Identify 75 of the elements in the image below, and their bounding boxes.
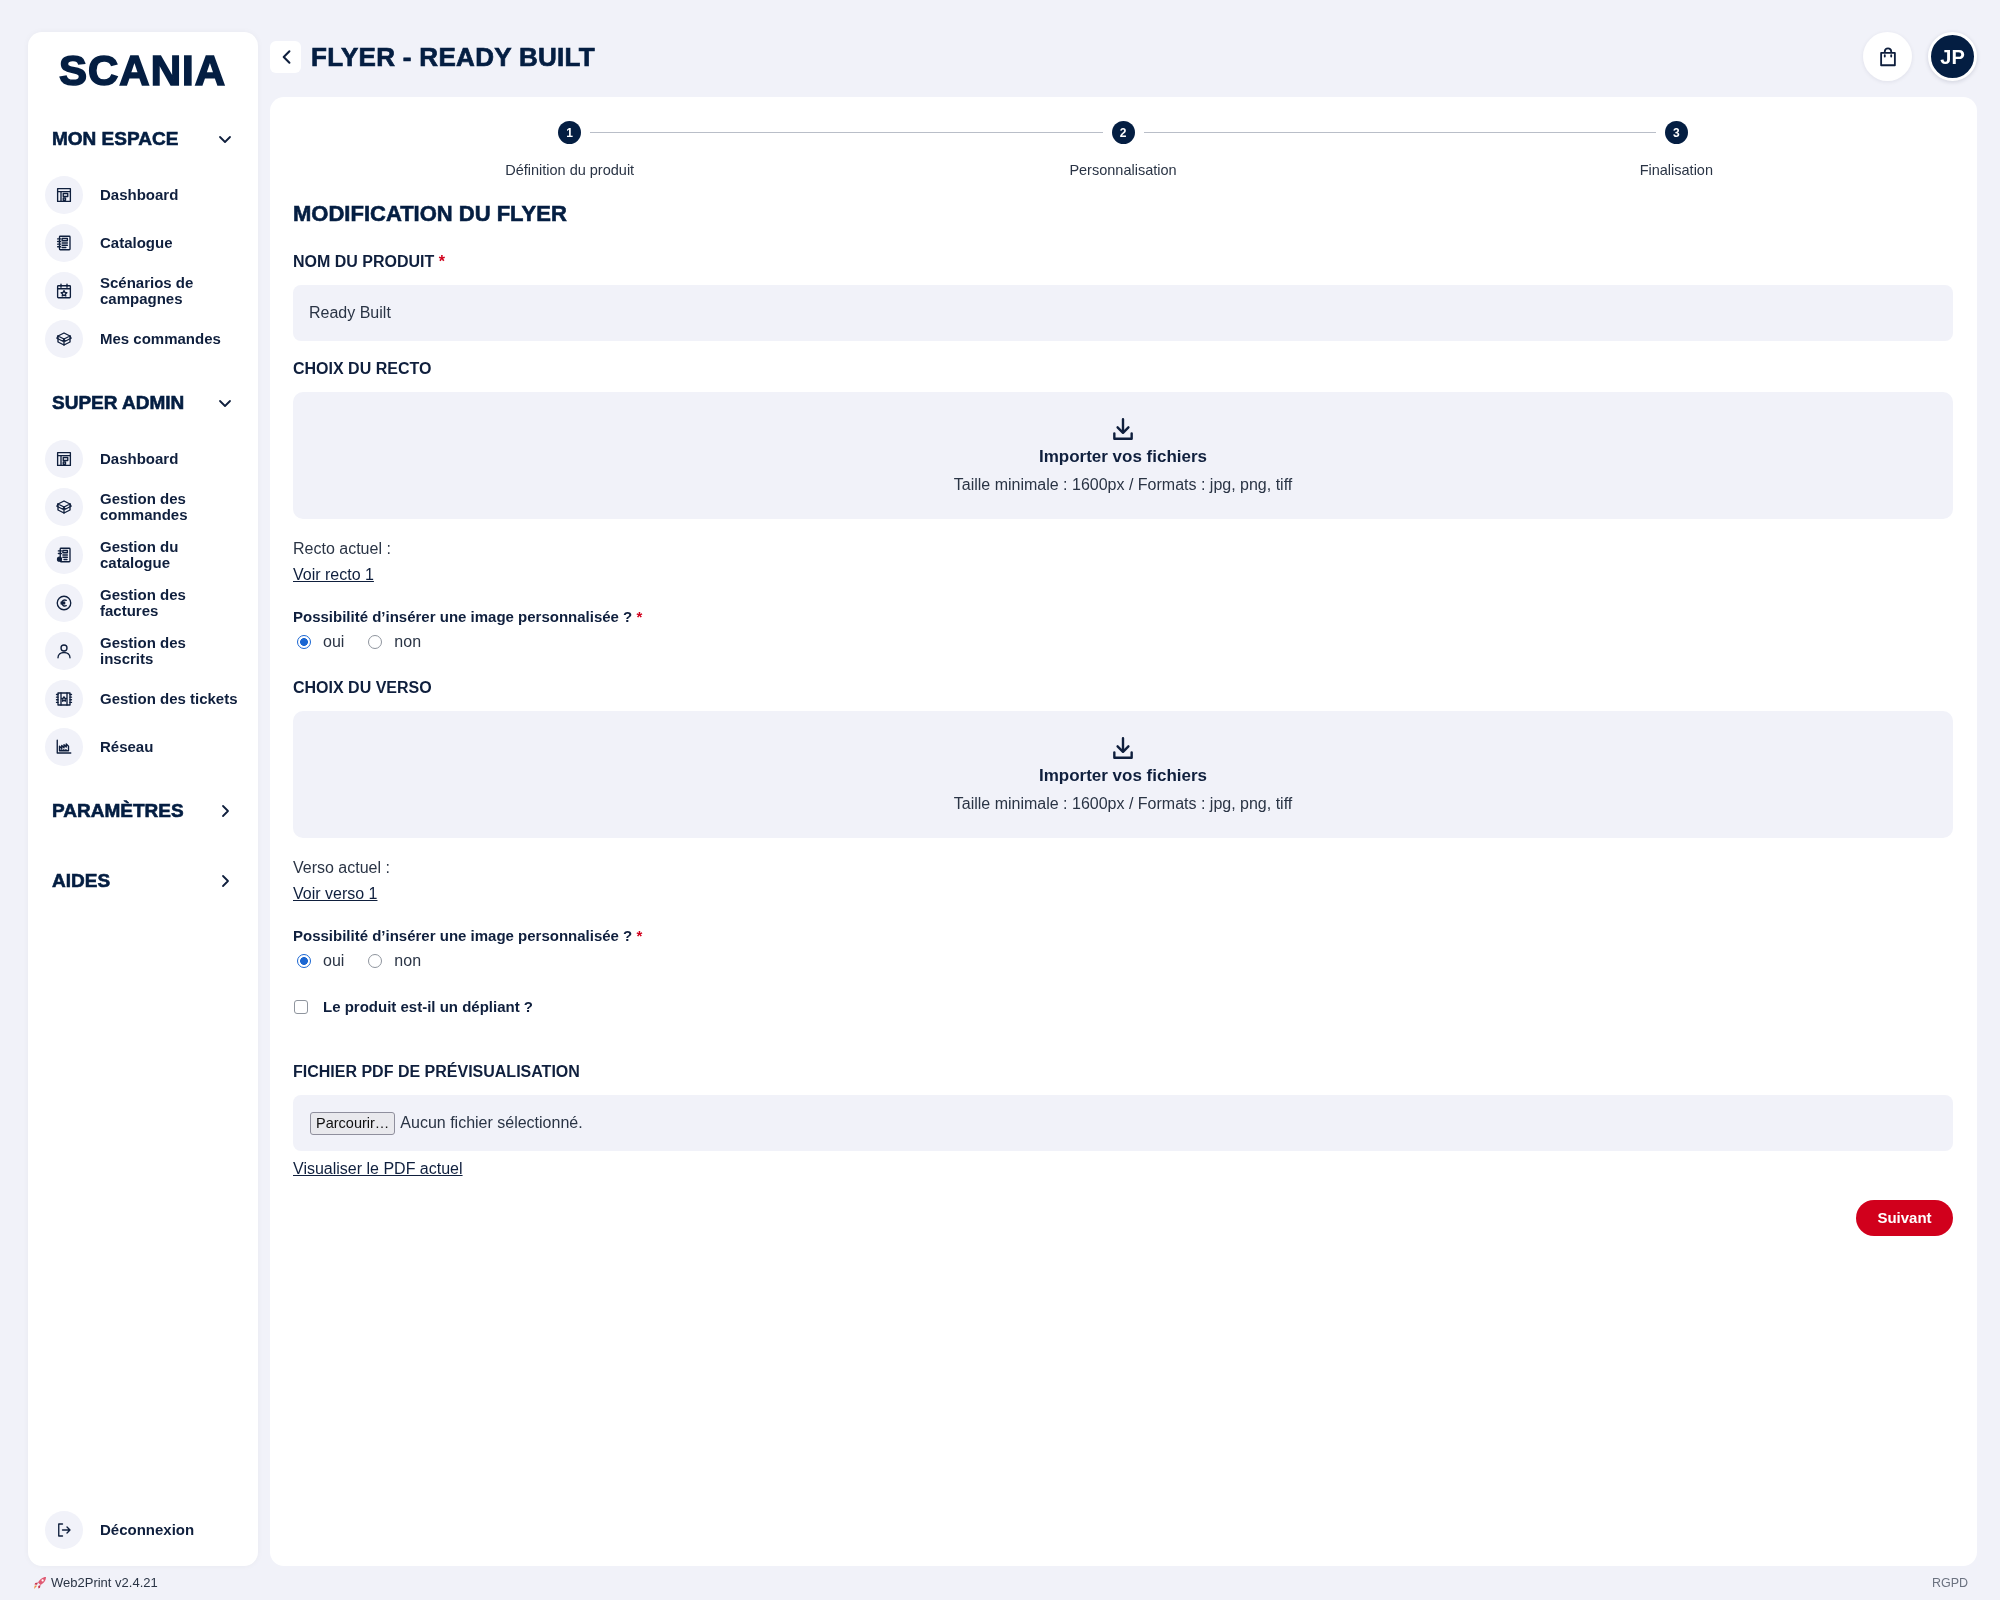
file-input-field[interactable]: Parcourir… Aucun fichier sélectionné. — [293, 1095, 1953, 1151]
notebook-gear-icon — [45, 536, 83, 574]
field-label: CHOIX DU RECTO — [293, 359, 433, 379]
dropzone-title: Importer vos fichiers — [1038, 445, 1208, 468]
layout-icon — [45, 440, 83, 478]
sidebar-section-toggle[interactable]: MON ESPACE — [45, 127, 244, 151]
bag-button[interactable] — [1863, 32, 1912, 81]
form-title: MODIFICATION DU FLYER — [293, 200, 568, 228]
sidebar-section-toggle[interactable]: AIDES — [45, 869, 244, 893]
user-avatar[interactable]: JP — [1928, 32, 1977, 81]
box-icon — [45, 488, 83, 526]
logout-icon — [45, 1511, 83, 1549]
step-number: 2 — [1111, 121, 1135, 144]
current-file-link[interactable]: Voir verso 1 — [293, 881, 378, 907]
step-label: Définition du produit — [505, 161, 635, 180]
download-icon — [1110, 734, 1136, 761]
radio-label[interactable]: oui — [323, 630, 345, 654]
sidebar-link[interactable]: Scénarios de campagnes — [45, 272, 240, 310]
field-label: NOM DU PRODUIT * — [293, 252, 446, 272]
factory-chart-icon — [45, 728, 83, 766]
field-label: FICHIER PDF DE PRÉVISUALISATION — [293, 1062, 581, 1082]
sidebar-link[interactable]: Réseau — [45, 728, 154, 766]
download-icon — [1110, 415, 1136, 442]
radio-label[interactable]: oui — [323, 949, 345, 973]
text-input-field[interactable]: Ready Built — [293, 285, 1953, 341]
checkbox-label[interactable]: Le produit est-il un dépliant ? — [323, 996, 533, 1018]
box-icon — [45, 320, 83, 358]
file-status-text: Aucun fichier sélectionné. — [400, 1113, 583, 1133]
logout-link[interactable]: Déconnexion — [45, 1511, 195, 1549]
current-file-label: Verso actuel : — [293, 858, 391, 878]
radio-label[interactable]: non — [394, 949, 422, 973]
euro-coin-icon — [45, 584, 83, 622]
pdf-preview-link[interactable]: Visualiser le PDF actuel — [293, 1156, 463, 1182]
step-label: Personnalisation — [1069, 161, 1177, 180]
field-label: CHOIX DU VERSO — [293, 678, 433, 698]
current-file-label: Recto actuel : — [293, 539, 392, 559]
sidebar-link[interactable]: Catalogue — [45, 224, 173, 262]
dropzone-hint: Taille minimale : 1600px / Formats : jpg, png, tiff — [953, 474, 1293, 495]
radio-button[interactable] — [297, 954, 311, 968]
sidebar-link[interactable]: Gestion des commandes — [45, 488, 240, 526]
radio-button[interactable] — [368, 635, 383, 649]
radio-button[interactable] — [368, 954, 383, 968]
sidebar-link[interactable]: Dashboard — [45, 176, 179, 214]
field-label: Possibilité d’insérer une image personnalisée ? * — [293, 607, 644, 627]
sidebar-link[interactable]: Gestion du catalogue — [45, 536, 240, 574]
current-file-link[interactable]: Voir recto 1 — [293, 562, 374, 588]
dropzone-title: Importer vos fichiers — [1038, 764, 1208, 787]
person-icon — [45, 632, 83, 670]
sidebar-link[interactable]: Gestion des factures — [45, 584, 240, 622]
radio-button[interactable] — [297, 635, 311, 649]
next-button[interactable]: Suivant — [1856, 1200, 1953, 1236]
file-dropzone[interactable]: Importer vos fichiers Taille minimale : 1600px / Formats : jpg, png, tiff — [293, 711, 1953, 838]
page-title: FLYER - READY BUILT — [311, 41, 596, 72]
notebook-icon — [45, 224, 83, 262]
sidebar-section-toggle[interactable]: PARAMÈTRES — [45, 799, 244, 823]
sidebar-link[interactable]: Gestion des tickets — [45, 680, 238, 718]
step-number: 1 — [558, 121, 582, 144]
rocket-icon — [33, 1576, 47, 1590]
radio-label[interactable]: non — [394, 630, 422, 654]
file-dropzone[interactable]: Importer vos fichiers Taille minimale : 1600px / Formats : jpg, png, tiff — [293, 392, 1953, 519]
version-text: Web2Print v2.4.21 — [51, 1574, 158, 1593]
rgpd-link[interactable]: RGPD — [1931, 1573, 1968, 1593]
step-label: Finalisation — [1639, 161, 1713, 180]
field-label: Possibilité d’insérer une image personnalisée ? * — [293, 926, 644, 946]
layout-icon — [45, 176, 83, 214]
step-number: 3 — [1664, 121, 1688, 144]
browse-button[interactable]: Parcourir… — [310, 1111, 396, 1135]
sidebar-link[interactable]: Mes commandes — [45, 320, 221, 358]
back-button[interactable] — [270, 40, 301, 73]
dropzone-hint: Taille minimale : 1600px / Formats : jpg, png, tiff — [953, 793, 1293, 814]
checkbox[interactable] — [294, 1000, 308, 1014]
sidebar-link[interactable]: Gestion des inscrits — [45, 632, 240, 670]
sidebar-section-toggle[interactable]: SUPER ADMIN — [45, 391, 244, 415]
logo: SCANIA — [59, 50, 226, 92]
sidebar-link[interactable]: Dashboard — [45, 440, 179, 478]
